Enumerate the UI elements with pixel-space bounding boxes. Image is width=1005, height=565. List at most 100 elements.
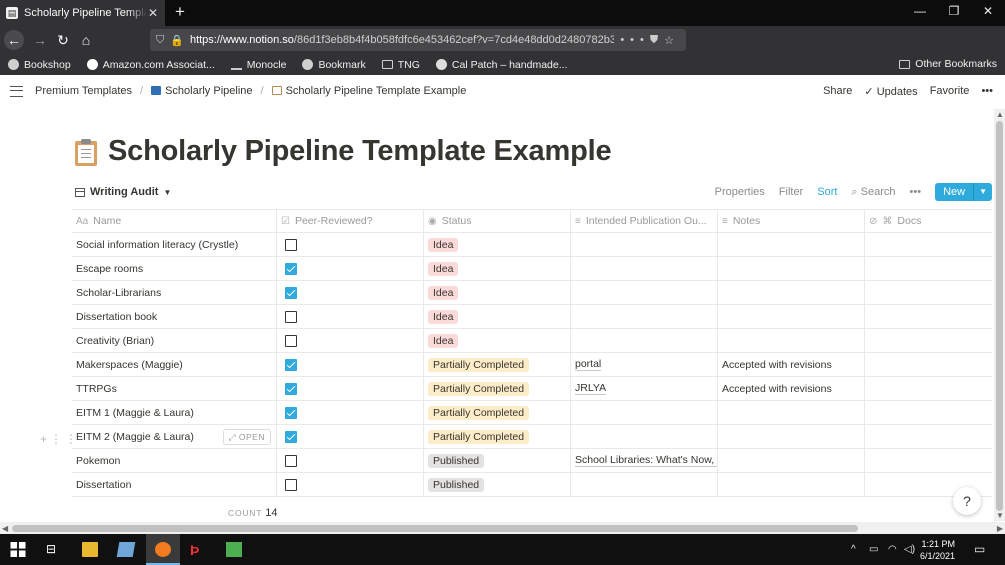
filter-button[interactable]: Filter (779, 186, 803, 198)
pocket-icon[interactable]: ⛊ (650, 34, 658, 47)
new-button[interactable]: New ▼ (935, 183, 992, 201)
peer-reviewed-checkbox[interactable] (285, 310, 297, 323)
properties-button[interactable]: Properties (715, 186, 765, 198)
browser-tab[interactable]: ▤ Scholarly Pipeline Template Ex ✕ (0, 0, 165, 26)
more-options-icon[interactable]: ••• (981, 85, 993, 98)
cell-status[interactable]: Idea (424, 233, 571, 256)
peer-reviewed-checkbox[interactable] (285, 358, 297, 371)
battery-icon[interactable]: ▭ (869, 544, 878, 555)
cell-name[interactable]: TTRPGs (72, 377, 277, 400)
cell-peer-reviewed[interactable] (277, 257, 424, 280)
drag-handle-icon[interactable]: +⋮⋮ (40, 432, 80, 446)
column-header-name[interactable]: Aa Name (72, 210, 277, 232)
cell-name[interactable]: Dissertation (72, 473, 277, 496)
cell-peer-reviewed[interactable] (277, 233, 424, 256)
cell-notes[interactable] (718, 401, 865, 424)
cell-notes[interactable] (718, 449, 865, 472)
scroll-up-icon[interactable]: ▲ (996, 110, 1004, 119)
peer-reviewed-checkbox[interactable] (285, 262, 297, 275)
cell-notes[interactable] (718, 233, 865, 256)
cell-notes[interactable]: Accepted with revisions (718, 353, 865, 376)
table-row[interactable]: Scholar-Librarians Idea (72, 281, 992, 305)
clipboard-icon[interactable] (74, 138, 98, 166)
firefox-icon[interactable] (155, 542, 171, 557)
column-header-docs[interactable]: ⊘ ⌘ Docs (865, 210, 992, 232)
cell-status[interactable]: Published (424, 473, 571, 496)
cell-peer-reviewed[interactable] (277, 425, 424, 448)
share-button[interactable]: Share (823, 85, 852, 98)
updates-button[interactable]: ✓ Updates (864, 85, 917, 98)
table-row[interactable]: Creativity (Brian) Idea (72, 329, 992, 353)
table-row[interactable]: TTRPGs Partially Completed JRLYA Accepted w… (72, 377, 992, 401)
column-header-publication[interactable]: ≡ Intended Publication Ou... (571, 210, 718, 232)
cell-publication[interactable]: School Libraries: What's Now, W (571, 449, 718, 472)
peer-reviewed-checkbox[interactable] (285, 286, 297, 299)
peer-reviewed-checkbox[interactable] (285, 454, 297, 467)
breadcrumb-item[interactable]: Scholarly Pipeline Template Example (271, 85, 466, 97)
cell-docs[interactable] (865, 257, 992, 280)
bookmark-item[interactable]: Cal Patch – handmade... (435, 59, 567, 71)
breadcrumb-item[interactable]: Scholarly Pipeline (151, 85, 253, 97)
cell-notes[interactable] (718, 305, 865, 328)
window-close-button[interactable]: ✕ (978, 4, 998, 18)
scroll-left-icon[interactable]: ◀ (2, 524, 8, 533)
reload-icon[interactable]: ↻ (53, 30, 73, 50)
page-actions-icon[interactable]: ••• (620, 34, 650, 46)
cell-publication[interactable] (571, 473, 718, 496)
cell-name[interactable]: Dissertation book (72, 305, 277, 328)
cell-notes[interactable] (718, 329, 865, 352)
cell-status[interactable]: Partially Completed (424, 377, 571, 400)
cell-publication[interactable] (571, 425, 718, 448)
tab-close-icon[interactable]: ✕ (147, 6, 159, 20)
table-row[interactable]: Dissertation book Idea (72, 305, 992, 329)
cell-name[interactable]: Social information literacy (Crystle) (72, 233, 277, 256)
bookmark-item[interactable]: Bookmark (302, 59, 366, 71)
table-row[interactable]: EITM 1 (Maggie & Laura) Partially Complet… (72, 401, 992, 425)
wifi-icon[interactable]: ◠ (888, 544, 897, 555)
peer-reviewed-checkbox[interactable] (285, 406, 297, 419)
column-header-status[interactable]: ◉ Status (424, 210, 571, 232)
page-title[interactable]: Scholarly Pipeline Template Example (108, 135, 612, 168)
new-button-label[interactable]: New (935, 183, 974, 201)
cell-status[interactable]: Idea (424, 305, 571, 328)
cell-notes[interactable] (718, 281, 865, 304)
back-arrow-icon[interactable]: ← (4, 30, 24, 50)
table-row[interactable]: Social information literacy (Crystle) Ide… (72, 233, 992, 257)
forward-arrow-icon[interactable]: → (30, 30, 50, 50)
cell-status[interactable]: Idea (424, 329, 571, 352)
window-minimize-button[interactable]: — (910, 4, 930, 18)
view-selector[interactable]: Writing Audit ▼ (75, 186, 171, 198)
scroll-right-icon[interactable]: ▶ (997, 524, 1003, 533)
bookmark-item[interactable]: Monocle (230, 59, 286, 71)
cell-publication[interactable] (571, 233, 718, 256)
cell-docs[interactable] (865, 353, 992, 376)
cell-peer-reviewed[interactable] (277, 401, 424, 424)
cell-publication[interactable] (571, 401, 718, 424)
cell-name[interactable]: EITM 2 (Maggie & Laura) ⤢ OPEN (72, 425, 277, 448)
peer-reviewed-checkbox[interactable] (285, 238, 297, 251)
cell-name[interactable]: Pokemon (72, 449, 277, 472)
volume-icon[interactable]: ◁) (904, 544, 915, 555)
window-restore-button[interactable]: ❐ (944, 4, 964, 18)
file-explorer-icon[interactable] (82, 542, 98, 557)
cell-status[interactable]: Partially Completed (424, 425, 571, 448)
sidebar-toggle-icon[interactable] (10, 86, 23, 97)
cell-publication[interactable]: JRLYA (571, 377, 718, 400)
table-row[interactable]: Makerspaces (Maggie) Partially Completed p… (72, 353, 992, 377)
cell-docs[interactable] (865, 281, 992, 304)
cell-name[interactable]: Escape rooms (72, 257, 277, 280)
address-bar[interactable]: ⛉ 🔒 https://www.notion.so/86d1f3eb8b4f4b… (150, 29, 686, 51)
new-tab-button[interactable]: + (170, 2, 190, 22)
cell-docs[interactable] (865, 401, 992, 424)
bookmark-star-icon[interactable]: ☆ (664, 34, 674, 47)
cell-peer-reviewed[interactable] (277, 305, 424, 328)
horizontal-scroll-thumb[interactable] (12, 525, 858, 532)
cell-publication[interactable] (571, 305, 718, 328)
peer-reviewed-checkbox[interactable] (285, 430, 297, 443)
peer-reviewed-checkbox[interactable] (285, 478, 297, 491)
table-row[interactable]: Pokemon Published School Libraries: What's… (72, 449, 992, 473)
bookmark-folder[interactable]: TNG (381, 59, 420, 71)
open-row-button[interactable]: ⤢ OPEN (222, 429, 271, 445)
favorite-button[interactable]: Favorite (930, 85, 970, 98)
cell-name[interactable]: Makerspaces (Maggie) (72, 353, 277, 376)
